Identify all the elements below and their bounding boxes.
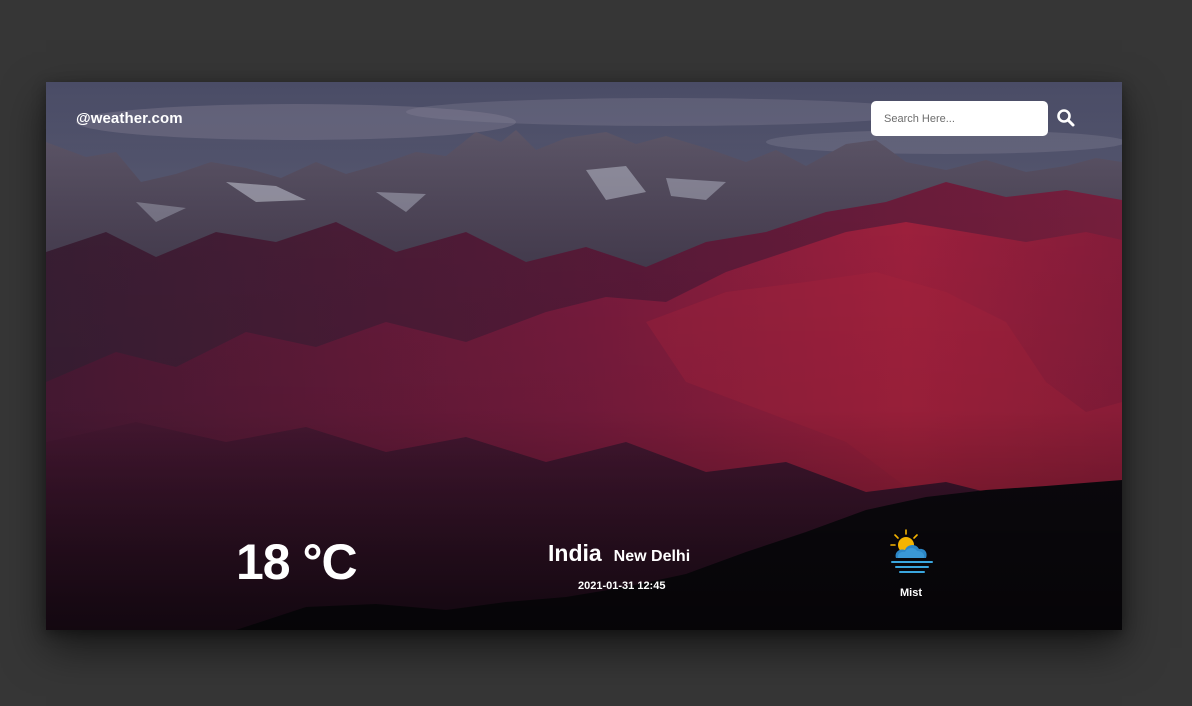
search-button[interactable]	[1055, 107, 1077, 129]
mist-sun-cloud-icon	[890, 529, 933, 573]
location: India New Delhi	[548, 540, 690, 567]
search-bar	[871, 101, 1091, 136]
country-name: India	[548, 540, 602, 566]
weather-condition: Mist	[900, 587, 922, 599]
temperature-value: 18 °C	[236, 534, 358, 590]
site-logo[interactable]: @weather.com	[76, 110, 183, 127]
city-name: New Delhi	[613, 548, 691, 565]
date-time: 2021-01-31 12:45	[578, 580, 666, 592]
search-icon	[1057, 109, 1075, 127]
search-input[interactable]	[871, 101, 1048, 136]
weather-card: @weather.com 18 °C India New Delhi 2021-0…	[46, 82, 1122, 630]
